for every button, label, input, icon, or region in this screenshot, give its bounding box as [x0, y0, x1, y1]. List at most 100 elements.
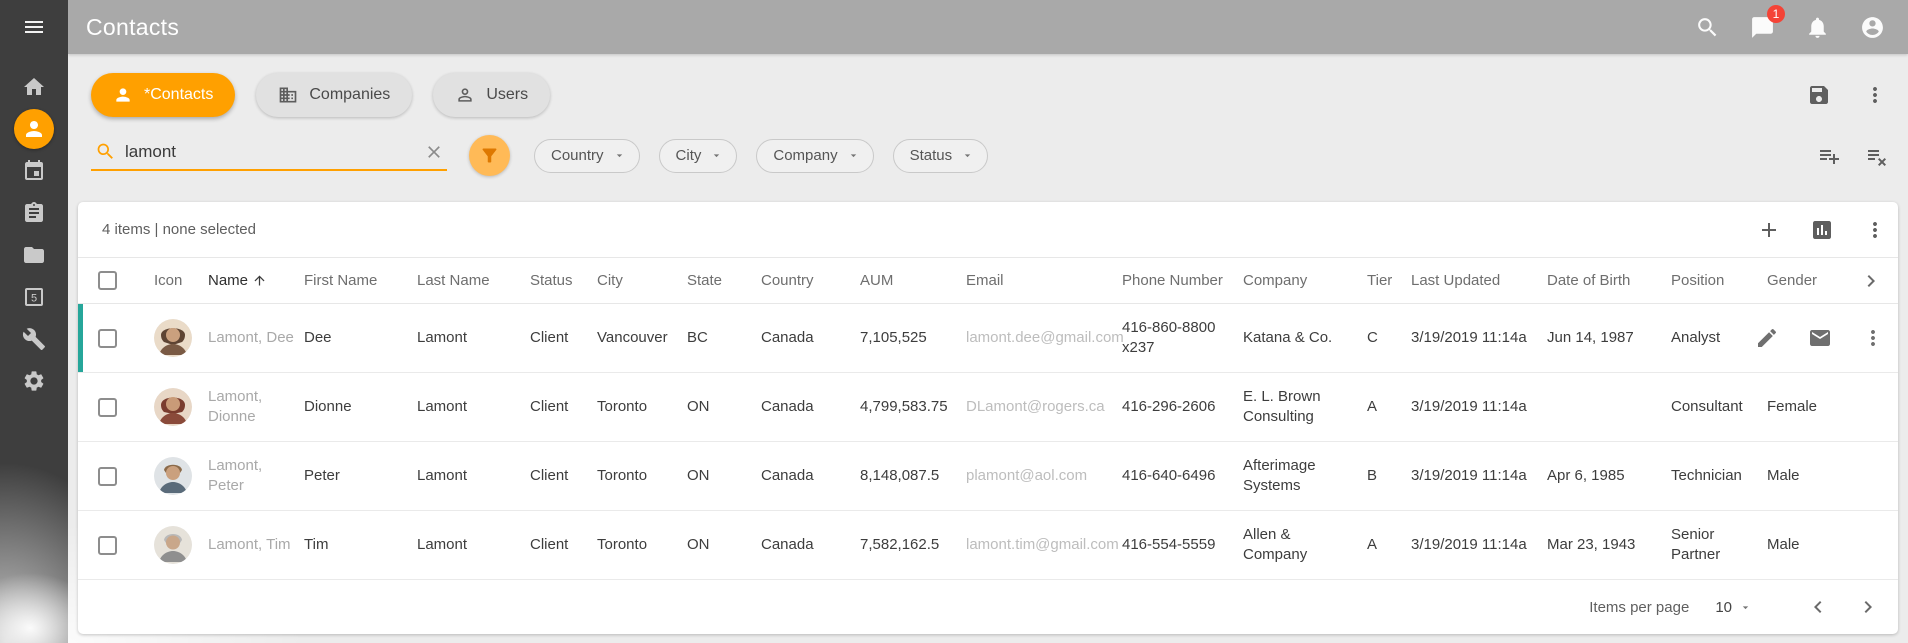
row-overflow-button[interactable] — [1860, 325, 1886, 351]
cell-status: Client — [530, 466, 597, 486]
email-contact-button[interactable] — [1807, 325, 1833, 351]
cell-email: DLamont@rogers.ca — [966, 397, 1122, 417]
cell-gender: Male — [1767, 535, 1859, 555]
row-checkbox[interactable] — [98, 398, 117, 417]
previous-page-button[interactable] — [1804, 593, 1832, 621]
chevron-left-icon — [1806, 595, 1830, 619]
city-filter-dropdown[interactable]: City — [659, 139, 738, 173]
company-filter-dropdown[interactable]: Company — [756, 139, 873, 173]
search-button[interactable] — [1693, 13, 1721, 41]
sidebar-item-settings[interactable] — [12, 361, 56, 401]
chevron-down-icon — [710, 149, 723, 162]
cell-gender: Male — [1767, 466, 1859, 486]
row-checkbox[interactable] — [98, 467, 117, 486]
cell-last-updated: 3/19/2019 11:14a — [1411, 466, 1547, 486]
col-dob[interactable]: Date of Birth — [1547, 272, 1671, 289]
tab-companies[interactable]: Companies — [256, 73, 412, 117]
sidebar-item-files[interactable] — [12, 235, 56, 275]
edit-contact-button[interactable] — [1754, 325, 1780, 351]
chevron-down-icon — [847, 149, 860, 162]
col-city[interactable]: City — [597, 272, 687, 289]
chart-view-button[interactable] — [1809, 217, 1835, 243]
city-filter-label: City — [676, 147, 702, 164]
list-toolbar: 4 items | none selected — [78, 202, 1898, 258]
funnel-icon — [479, 145, 500, 166]
playlist-remove-button[interactable] — [1864, 143, 1890, 169]
page-size-value: 10 — [1715, 599, 1732, 616]
table-row[interactable]: Lamont, Dee Dee Lamont Client Vancouver … — [78, 304, 1898, 373]
playlist-add-icon — [1817, 144, 1841, 168]
page-size-select[interactable]: 10 — [1715, 599, 1752, 616]
col-phone[interactable]: Phone Number — [1122, 272, 1243, 289]
chevron-right-icon — [1856, 595, 1880, 619]
selection-summary: 4 items | none selected — [102, 221, 256, 238]
col-tier[interactable]: Tier — [1367, 272, 1411, 289]
sort-asc-icon — [252, 273, 267, 288]
tabs-overflow-button[interactable] — [1862, 82, 1888, 108]
cell-phone: 416-554-5559 — [1122, 535, 1243, 555]
col-country[interactable]: Country — [761, 272, 860, 289]
tab-contacts[interactable]: *Contacts — [91, 73, 235, 117]
next-page-button[interactable] — [1854, 593, 1882, 621]
cell-company: E. L. Brown Consulting — [1243, 387, 1367, 427]
sidebar-item-home[interactable] — [12, 67, 56, 107]
sidebar-item-filter5[interactable]: 5 — [12, 277, 56, 317]
row-checkbox[interactable] — [98, 536, 117, 555]
status-filter-dropdown[interactable]: Status — [893, 139, 989, 173]
tab-users[interactable]: Users — [433, 73, 550, 117]
envelope-icon — [1808, 326, 1832, 350]
cell-position: Senior Partner — [1671, 525, 1767, 565]
person-icon — [22, 117, 46, 141]
notifications-button[interactable] — [1803, 13, 1831, 41]
clear-search-button[interactable] — [423, 141, 445, 163]
sidebar-item-tools[interactable] — [12, 319, 56, 359]
sidebar-item-tasks[interactable] — [12, 193, 56, 233]
filter-chips: Country City Company Status — [534, 139, 988, 173]
avatar — [154, 388, 192, 426]
table-row[interactable]: Lamont, Tim Tim Lamont Client Toronto ON… — [78, 511, 1898, 580]
sidebar-item-calendar[interactable] — [12, 151, 56, 191]
cell-company: Katana & Co. — [1243, 328, 1367, 348]
cell-email: lamont.dee@gmail.com — [966, 328, 1122, 348]
cell-phone: 416-860-8800 x237 — [1122, 318, 1243, 358]
scroll-columns-right-button[interactable] — [1859, 269, 1898, 293]
select-all-checkbox[interactable] — [98, 271, 117, 290]
add-contact-button[interactable] — [1756, 217, 1782, 243]
col-email[interactable]: Email — [966, 272, 1122, 289]
search-input[interactable] — [125, 142, 414, 162]
country-filter-dropdown[interactable]: Country — [534, 139, 640, 173]
account-button[interactable] — [1858, 13, 1886, 41]
col-name[interactable]: Name — [208, 272, 304, 289]
sidebar-item-contacts[interactable] — [12, 109, 56, 149]
save-icon — [1807, 83, 1831, 107]
table-row[interactable]: Lamont, Dionne Dionne Lamont Client Toro… — [78, 373, 1898, 442]
row-checkbox[interactable] — [98, 329, 117, 348]
cell-status: Client — [530, 397, 597, 417]
table-row[interactable]: Lamont, Peter Peter Lamont Client Toront… — [78, 442, 1898, 511]
cell-phone: 416-296-2606 — [1122, 397, 1243, 417]
list-overflow-button[interactable] — [1862, 217, 1888, 243]
messages-button[interactable]: 1 — [1748, 13, 1776, 41]
col-first-name[interactable]: First Name — [304, 272, 417, 289]
active-indicator — [14, 109, 54, 149]
save-button[interactable] — [1806, 82, 1832, 108]
cell-state: ON — [687, 397, 761, 417]
col-aum[interactable]: AUM — [860, 272, 966, 289]
col-company[interactable]: Company — [1243, 272, 1367, 289]
pencil-icon — [1755, 326, 1779, 350]
col-last-name[interactable]: Last Name — [417, 272, 530, 289]
menu-button[interactable] — [0, 0, 68, 54]
col-position[interactable]: Position — [1671, 272, 1767, 289]
cell-state: ON — [687, 466, 761, 486]
content-area: *Contacts Companies Users — [68, 54, 1908, 643]
col-gender[interactable]: Gender — [1767, 272, 1859, 289]
playlist-add-button[interactable] — [1816, 143, 1842, 169]
cell-company: Allen & Company — [1243, 525, 1367, 565]
col-icon[interactable]: Icon — [154, 272, 208, 289]
col-status[interactable]: Status — [530, 272, 597, 289]
col-state[interactable]: State — [687, 272, 761, 289]
cell-aum: 8,148,087.5 — [860, 466, 966, 486]
col-last-updated[interactable]: Last Updated — [1411, 272, 1547, 289]
cell-country: Canada — [761, 397, 860, 417]
filter-button[interactable] — [469, 135, 510, 176]
